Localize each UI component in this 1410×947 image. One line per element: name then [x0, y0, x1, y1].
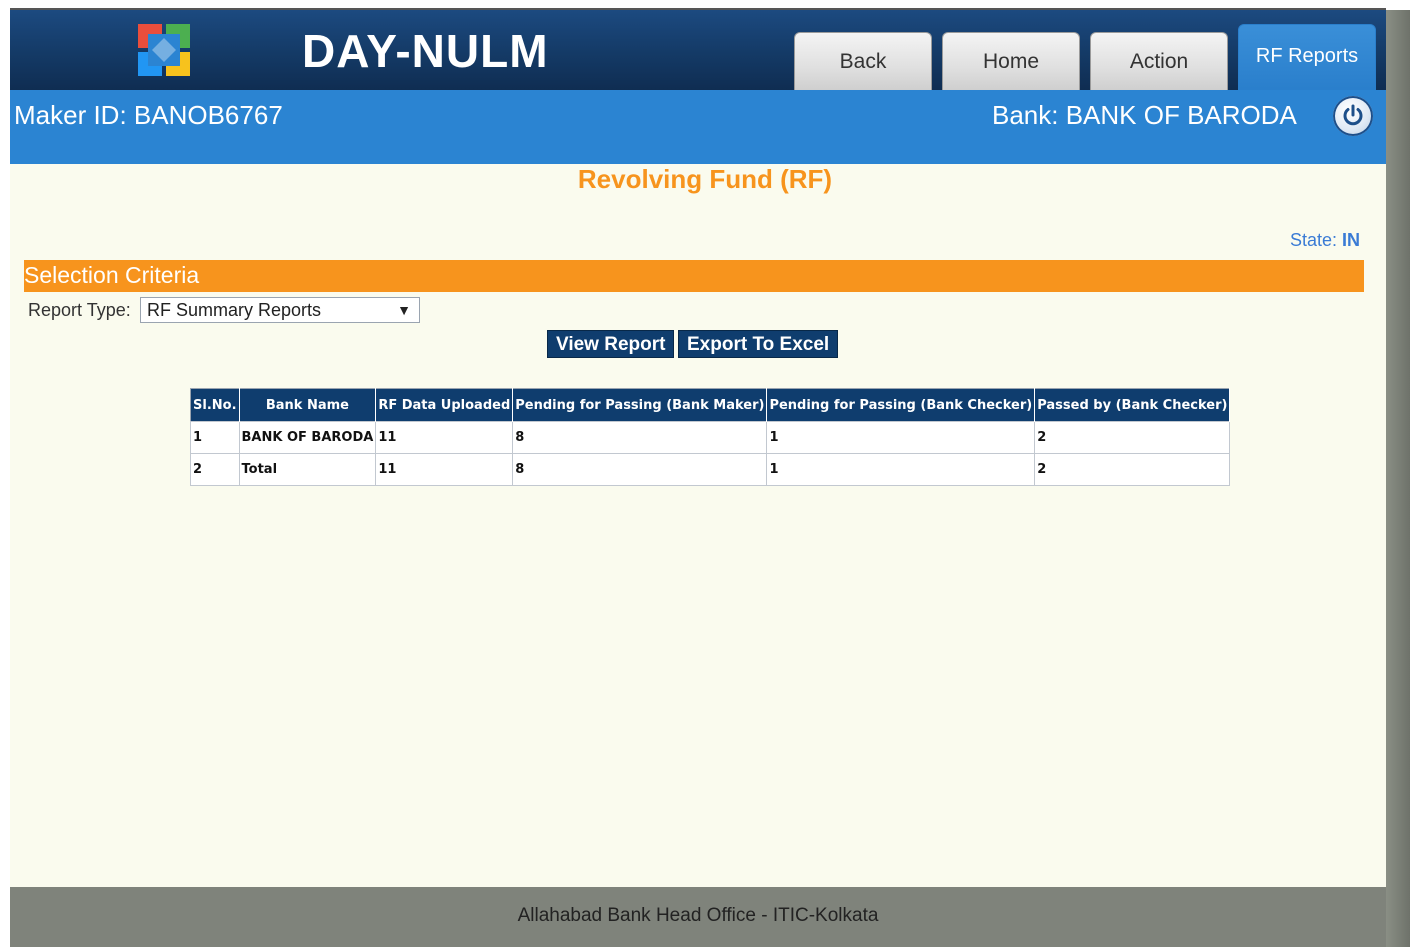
selection-criteria-header: Selection Criteria [24, 260, 1364, 292]
header: DAY-NULM Back Home Action RF Reports [10, 10, 1386, 90]
cell-passed-bank-checker: 2 [1034, 421, 1231, 454]
power-icon [1343, 104, 1363, 126]
rf-summary-table: Sl.No. Bank Name RF Data Uploaded Pendin… [190, 388, 1231, 486]
bank-name: Bank: BANK OF BARODA [992, 100, 1297, 130]
col-rf-data-uploaded: RF Data Uploaded [375, 388, 514, 422]
col-sl-no: Sl.No. [190, 388, 240, 422]
col-passed-bank-checker: Passed by (Bank Checker) [1034, 388, 1231, 422]
subheader: Maker ID: BANOB6767 Bank: BANK OF BARODA [10, 90, 1386, 164]
cell-passed-bank-checker: 2 [1034, 453, 1231, 486]
report-type-label: Report Type: [28, 300, 131, 320]
chevron-down-icon: ▼ [397, 302, 411, 318]
state-label: State: [1289, 230, 1337, 250]
maker-id: Maker ID: BANOB6767 [14, 100, 283, 130]
cell-pending-bank-maker: 8 [512, 421, 768, 454]
state-value: IN [1342, 230, 1360, 250]
cell-pending-bank-checker: 1 [766, 453, 1036, 486]
report-type-value: RF Summary Reports [147, 300, 322, 320]
cell-bank-name: BANK OF BARODA [238, 421, 377, 454]
col-pending-bank-checker: Pending for Passing (Bank Checker) [766, 388, 1036, 422]
col-pending-bank-maker: Pending for Passing (Bank Maker) [512, 388, 768, 422]
day-nulm-logo-icon [138, 24, 192, 78]
page-title: Revolving Fund (RF) [577, 164, 833, 194]
table-row: 2 Total 11 8 1 2 [190, 453, 1231, 486]
table-header-row: Sl.No. Bank Name RF Data Uploaded Pendin… [190, 388, 1231, 422]
cell-bank-name: Total [238, 453, 377, 486]
app-frame: DAY-NULM Back Home Action RF Reports Mak… [0, 0, 1410, 947]
nav-rf-reports-tab[interactable]: RF Reports [1238, 24, 1376, 90]
nav-home-button[interactable]: Home [942, 32, 1080, 90]
right-gutter [1386, 10, 1410, 947]
export-to-excel-button[interactable]: Export To Excel [678, 330, 839, 358]
main-content: Revolving Fund (RF) State: IN Selection … [10, 164, 1386, 887]
state-indicator: State: IN [1290, 230, 1360, 251]
cell-pending-bank-checker: 1 [766, 421, 1036, 454]
report-type-select[interactable]: RF Summary Reports ▼ [140, 297, 420, 323]
table-row: 1 BANK OF BARODA 11 8 1 2 [190, 421, 1231, 454]
cell-sl-no: 2 [190, 453, 240, 486]
cell-sl-no: 1 [190, 421, 240, 454]
cell-pending-bank-maker: 8 [512, 453, 768, 486]
nav-action-button[interactable]: Action [1090, 32, 1228, 90]
cell-rf-data-uploaded: 11 [375, 421, 514, 454]
view-report-button[interactable]: View Report [547, 330, 675, 358]
col-bank-name: Bank Name [239, 388, 377, 422]
nav-back-button[interactable]: Back [794, 32, 932, 90]
app-title: DAY-NULM [302, 25, 549, 77]
logout-button[interactable] [1333, 96, 1373, 136]
cell-rf-data-uploaded: 11 [375, 453, 514, 486]
footer: Allahabad Bank Head Office - ITIC-Kolkat… [10, 887, 1386, 947]
